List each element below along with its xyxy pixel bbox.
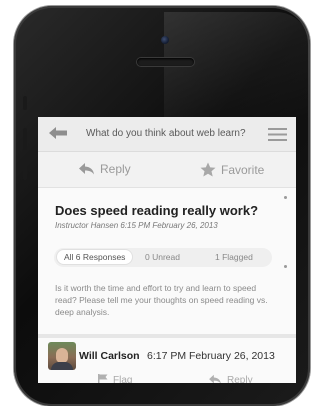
filter-all-responses[interactable]: All 6 Responses — [56, 249, 134, 265]
scroll-dot — [284, 265, 287, 268]
response-author: Will Carlson — [79, 350, 140, 362]
reply-arrow-icon — [209, 374, 221, 383]
back-arrow-icon[interactable] — [48, 126, 68, 145]
response-reply-label: Reply — [227, 375, 253, 383]
question-meta: Instructor Hansen 6:15 PM February 26, 2… — [55, 221, 218, 230]
reply-label: Reply — [100, 162, 131, 176]
earpiece-speaker — [137, 58, 194, 66]
volume-down-button — [23, 158, 27, 180]
avatar-shoulders — [51, 362, 73, 370]
question-title: Does speed reading really work? — [55, 203, 259, 218]
front-camera — [161, 36, 169, 44]
response-filter-bar: All 6 Responses 0 Unread 1 Flagged — [54, 248, 272, 267]
top-navigation-bar: What do you think about web learn? — [38, 117, 296, 152]
flag-icon — [98, 374, 108, 383]
star-icon — [200, 162, 216, 177]
hamburger-menu-icon[interactable] — [268, 128, 287, 146]
discussion-title: What do you think about web learn? — [86, 128, 246, 139]
reply-arrow-icon — [79, 163, 94, 175]
avatar-face — [56, 348, 68, 363]
filter-flagged[interactable]: 1 Flagged — [215, 252, 253, 262]
flag-button[interactable]: Flag — [98, 374, 132, 383]
favorite-button[interactable]: Favorite — [200, 162, 264, 177]
flag-label: Flag — [113, 375, 133, 383]
question-body: Is it worth the time and effort to try a… — [55, 283, 268, 317]
avatar — [48, 342, 76, 370]
response-item[interactable]: Will Carlson 6:17 PM February 26, 2013 F… — [38, 338, 296, 383]
filter-unread[interactable]: 0 Unread — [145, 252, 180, 262]
reply-button[interactable]: Reply — [78, 162, 131, 176]
app-screen: What do you think about web learn? Reply… — [38, 117, 296, 383]
mute-switch — [23, 96, 27, 110]
response-reply-button[interactable]: Reply — [208, 374, 253, 383]
action-bar: Reply Favorite — [38, 152, 296, 188]
favorite-label: Favorite — [221, 163, 265, 177]
volume-up-button — [23, 128, 27, 150]
response-timestamp: 6:17 PM February 26, 2013 — [147, 350, 275, 362]
phone-glare — [164, 12, 310, 122]
question-post: Does speed reading really work? Instruct… — [38, 188, 296, 383]
scroll-dot — [284, 196, 287, 199]
